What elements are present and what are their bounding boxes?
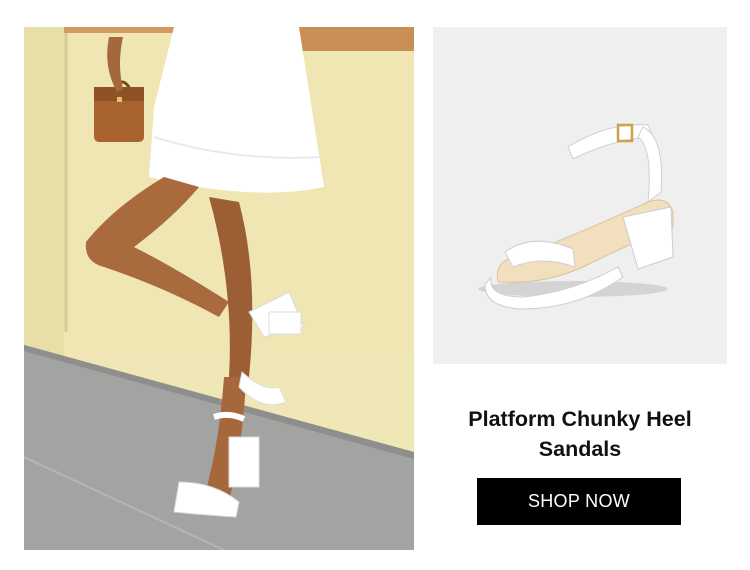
shop-now-button[interactable]: SHOP NOW — [477, 478, 681, 525]
sandal-product-illustration — [433, 27, 727, 364]
product-title: Platform Chunky Heel Sandals — [468, 407, 692, 461]
lifestyle-photo — [24, 27, 414, 550]
product-photo — [433, 27, 727, 364]
lifestyle-illustration — [24, 27, 414, 550]
